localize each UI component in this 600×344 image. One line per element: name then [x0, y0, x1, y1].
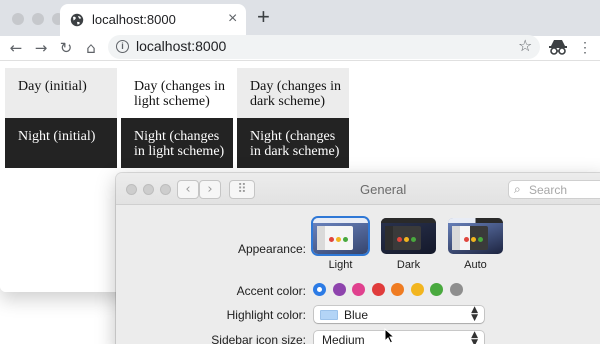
appearance-auto-label: Auto: [464, 259, 487, 271]
sidebar-icon-size-value: Medium: [322, 333, 365, 344]
prefs-minimize-button[interactable]: [143, 184, 154, 195]
highlight-color-chip: [320, 310, 338, 320]
prefs-forward-button[interactable]: ›: [199, 180, 221, 199]
night-dark-scheme-cell: Night (changes in dark scheme): [237, 118, 349, 168]
show-all-grid-icon[interactable]: ⠿: [229, 180, 255, 199]
back-arrow-icon[interactable]: ←: [6, 38, 26, 58]
day-initial-cell: Day (initial): [5, 68, 117, 118]
appearance-dark-option[interactable]: [381, 218, 436, 254]
new-tab-button[interactable]: +: [257, 6, 270, 28]
highlight-color-label: Highlight color:: [226, 308, 306, 322]
accent-color-swatch[interactable]: [332, 283, 346, 296]
popup-updown-icon: ▲ ▼: [471, 305, 478, 323]
prefs-zoom-button[interactable]: [160, 184, 171, 195]
browser-tab[interactable]: localhost:8000 ×: [60, 4, 246, 36]
sidebar-icon-size-popup[interactable]: Medium ▲ ▼: [314, 331, 484, 344]
prefs-close-button[interactable]: [126, 184, 137, 195]
appearance-light-option[interactable]: [313, 218, 368, 254]
tab-title: localhost:8000: [92, 12, 176, 27]
accent-color-swatch[interactable]: [410, 283, 424, 296]
popup-updown-icon: ▲ ▼: [471, 330, 478, 344]
appearance-label: Appearance:: [237, 242, 306, 256]
bookmark-star-icon[interactable]: ☆: [518, 36, 532, 55]
tab-strip: localhost:8000 × +: [0, 0, 600, 36]
sidebar-icon-size-label: Sidebar icon size:: [211, 333, 306, 344]
mouse-pointer-icon: [384, 328, 396, 344]
globe-icon: [70, 13, 84, 27]
close-window-button[interactable]: [12, 13, 24, 25]
tab-close-icon[interactable]: ×: [228, 10, 237, 28]
browser-menu-icon[interactable]: ⋮: [578, 38, 592, 56]
appearance-dark-label: Dark: [396, 259, 421, 271]
appearance-auto-option[interactable]: [448, 218, 503, 254]
accent-color-swatch[interactable]: [313, 283, 326, 296]
url-text[interactable]: localhost:8000: [136, 38, 226, 54]
address-bar[interactable]: i localhost:8000 ☆: [108, 35, 540, 59]
highlight-color-popup[interactable]: Blue ▲ ▼: [314, 306, 484, 323]
search-placeholder: Search: [529, 183, 568, 197]
accent-color-swatch[interactable]: [371, 283, 385, 296]
site-info-icon[interactable]: i: [116, 40, 129, 53]
system-preferences-window: ‹ › ⠿ General ⌕ Search Appearance: Light…: [116, 173, 600, 344]
accent-color-swatch[interactable]: [449, 283, 463, 296]
prefs-search-field[interactable]: ⌕ Search: [508, 180, 600, 199]
appearance-light-label: Light: [328, 259, 353, 271]
home-icon[interactable]: ⌂: [81, 38, 101, 58]
accent-color-swatch[interactable]: [430, 283, 443, 296]
prefs-titlebar: ‹ › ⠿ General ⌕ Search: [116, 173, 600, 205]
accent-color-swatch[interactable]: [352, 283, 365, 296]
prefs-back-button[interactable]: ‹: [177, 180, 199, 199]
night-initial-cell: Night (initial): [5, 118, 117, 168]
browser-toolbar: ← → ↻ ⌂ i localhost:8000 ☆ ⋮: [0, 35, 600, 60]
magnifier-icon: ⌕: [514, 182, 521, 196]
reload-icon[interactable]: ↻: [56, 38, 76, 58]
day-light-scheme-cell: Day (changes in light scheme): [121, 68, 233, 118]
accent-color-swatch[interactable]: [391, 283, 404, 296]
incognito-icon[interactable]: [548, 38, 568, 56]
night-light-scheme-cell: Night (changes in light scheme): [121, 118, 233, 168]
highlight-color-value: Blue: [344, 308, 369, 322]
prefs-title: General: [360, 182, 407, 197]
day-dark-scheme-cell: Day (changes in dark scheme): [237, 68, 349, 118]
minimize-window-button[interactable]: [32, 13, 44, 25]
accent-color-label: Accent color:: [236, 284, 306, 298]
forward-arrow-icon[interactable]: →: [31, 38, 51, 58]
